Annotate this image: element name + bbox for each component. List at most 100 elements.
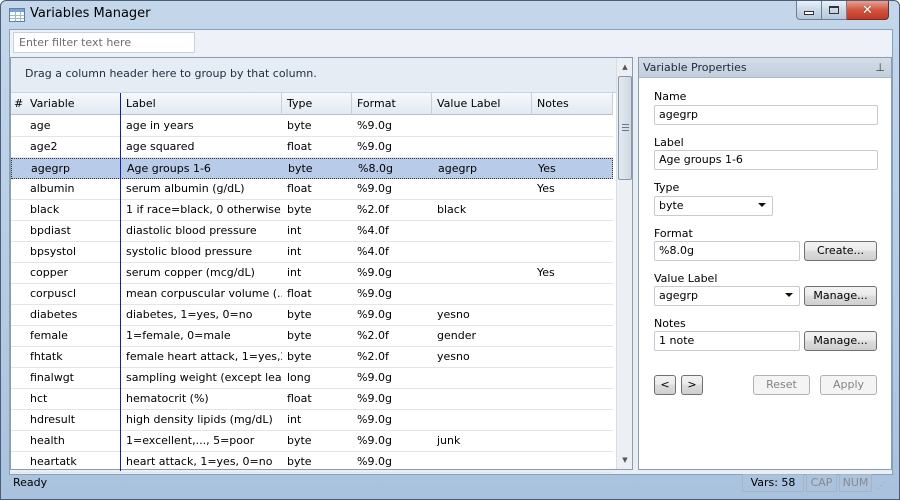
cell-value-label <box>432 221 532 241</box>
value-label-select[interactable]: agegrp <box>654 286 800 306</box>
cell-variable: hdresult <box>30 413 76 426</box>
table-row[interactable]: diabetes diabetes, 1=yes, 0=no byte %9.0g ye… <box>11 305 613 326</box>
maximize-button[interactable] <box>822 1 847 20</box>
cell-label: 1=excellent,..., 5=poor <box>126 434 255 447</box>
close-button[interactable]: ✕ <box>847 1 889 20</box>
cell-format: %9.0g <box>357 266 392 279</box>
notes-label: Notes <box>654 317 686 330</box>
table-row[interactable]: black 1 if race=black, 0 otherwise byte %2.… <box>11 200 613 221</box>
table-row[interactable]: age2 age squared float %9.0g <box>11 137 613 158</box>
cell-notes <box>532 221 613 241</box>
chevron-down-icon <box>758 203 766 207</box>
table-row[interactable]: albumin serum albumin (g/dL) float %9.0g Yes <box>11 179 613 200</box>
cell-label: serum albumin (g/dL) <box>126 182 245 195</box>
table-row[interactable]: corpuscl mean corpuscular volume (... floa… <box>11 284 613 305</box>
label-field[interactable]: Age groups 1-6 <box>654 150 878 170</box>
reset-button[interactable]: Reset <box>753 375 810 395</box>
table-row[interactable]: hct hematocrit (%) float %9.0g <box>11 389 613 410</box>
cell-variable: heartatk <box>30 455 77 468</box>
cell-variable: age <box>30 119 51 132</box>
cell-notes <box>532 242 613 262</box>
cell-format: %4.0f <box>357 245 389 258</box>
cell-notes: Yes <box>538 162 556 175</box>
cell-value-label: black <box>437 203 467 216</box>
vertical-scrollbar[interactable]: ▲ ▼ <box>616 58 632 469</box>
resize-grip-icon[interactable]: ⋰ <box>877 481 885 490</box>
cell-label: 1=female, 0=male <box>126 329 231 342</box>
scroll-up-icon[interactable]: ▲ <box>617 60 633 74</box>
manage-value-label-button[interactable]: Manage... <box>804 286 877 306</box>
cell-format: %9.0g <box>357 287 392 300</box>
format-field[interactable]: %8.0g <box>654 241 800 261</box>
group-by-area[interactable]: Drag a column header here to group by th… <box>11 58 632 93</box>
filter-bar <box>10 30 892 56</box>
cell-label: age squared <box>126 140 195 153</box>
pin-icon[interactable]: ⊥ <box>875 61 885 74</box>
table-row[interactable]: fhtatk female heart attack, 1=yes,2... byt… <box>11 347 613 368</box>
cell-label: diabetes, 1=yes, 0=no <box>126 308 253 321</box>
table-row[interactable]: bpdiast diastolic blood pressure int %4.0f <box>11 221 613 242</box>
type-select[interactable]: byte <box>654 196 773 216</box>
status-bar: Ready Vars: 58 CAP NUM ⋰ <box>10 471 892 495</box>
format-label: Format <box>654 227 693 240</box>
cell-type: int <box>287 413 302 426</box>
cell-format: %9.0g <box>357 119 392 132</box>
cell-variable: hct <box>30 392 48 405</box>
vars-count: Vars: 58 <box>742 474 804 492</box>
table-row[interactable]: age age in years byte %9.0g <box>11 116 613 137</box>
column-header-type[interactable]: Type <box>282 93 352 115</box>
scrollbar-thumb[interactable] <box>618 76 632 180</box>
cell-label: systolic blood pressure <box>126 245 253 258</box>
cell-label: heart attack, 1=yes, 0=no <box>126 455 273 468</box>
cell-label: Age groups 1-6 <box>127 162 211 175</box>
table-row[interactable]: bpsystol systolic blood pressure int %4.0f <box>11 242 613 263</box>
previous-variable-button[interactable]: < <box>654 375 676 395</box>
cell-value-label <box>432 410 532 430</box>
column-header-label[interactable]: Label <box>121 93 282 115</box>
variables-grid: Drag a column header here to group by th… <box>10 57 633 473</box>
cell-notes <box>532 116 613 136</box>
table-row[interactable]: finalwgt sampling weight (except lea... lo… <box>11 368 613 389</box>
properties-header: Variable Properties ⊥ <box>639 58 891 78</box>
table-row[interactable]: heartatk heart attack, 1=yes, 0=no byte %9.… <box>11 452 613 473</box>
close-icon: ✕ <box>862 2 873 18</box>
cell-notes: Yes <box>537 182 555 195</box>
table-row[interactable]: hdresult high density lipids (mg/dL) int %9… <box>11 410 613 431</box>
table-row[interactable]: agegrp Age groups 1-6 byte %8.0g agegrp Yes <box>11 158 613 179</box>
cell-variable: copper <box>30 266 69 279</box>
apply-button[interactable]: Apply <box>820 375 877 395</box>
column-header-notes[interactable]: Notes <box>532 93 613 115</box>
table-row[interactable]: health 1=excellent,..., 5=poor byte %9.0g ju… <box>11 431 613 452</box>
variables-manager-window: Variables Manager ✕ Drag a column header… <box>0 0 900 500</box>
table-row[interactable]: female 1=female, 0=male byte %2.0f gender <box>11 326 613 347</box>
cell-label: mean corpuscular volume (... <box>126 287 282 300</box>
cell-type: int <box>287 245 302 258</box>
manage-notes-button[interactable]: Manage... <box>804 331 877 351</box>
column-header-index[interactable]: # <box>11 93 25 115</box>
cell-format: %9.0g <box>357 413 392 426</box>
column-header-variable[interactable]: Variable <box>25 93 121 115</box>
cell-variable: corpuscl <box>30 287 77 300</box>
column-header-format[interactable]: Format <box>352 93 432 115</box>
table-row[interactable]: copper serum copper (mcg/dL) int %9.0g Yes <box>11 263 613 284</box>
window-controls: ✕ <box>796 1 889 20</box>
cell-type: byte <box>287 329 312 342</box>
cell-variable: diabetes <box>30 308 78 321</box>
column-header-value-label[interactable]: Value Label <box>432 93 532 115</box>
cell-notes <box>532 347 613 367</box>
grid-header: # Variable Label Type Format Value Label… <box>11 93 613 115</box>
name-field[interactable]: agegrp <box>654 105 878 125</box>
type-select-value: byte <box>659 199 684 212</box>
cell-type: int <box>287 224 302 237</box>
create-format-button[interactable]: Create... <box>804 241 877 261</box>
minimize-button[interactable] <box>796 1 822 20</box>
cell-type: int <box>287 266 302 279</box>
next-variable-button[interactable]: > <box>681 375 703 395</box>
cell-format: %9.0g <box>357 371 392 384</box>
filter-input[interactable] <box>13 32 195 53</box>
scroll-down-icon[interactable]: ▼ <box>617 453 633 467</box>
cell-format: %9.0g <box>357 434 392 447</box>
notes-field[interactable]: 1 note <box>654 331 800 351</box>
cell-variable: female <box>30 329 68 342</box>
cell-value-label <box>432 368 532 388</box>
